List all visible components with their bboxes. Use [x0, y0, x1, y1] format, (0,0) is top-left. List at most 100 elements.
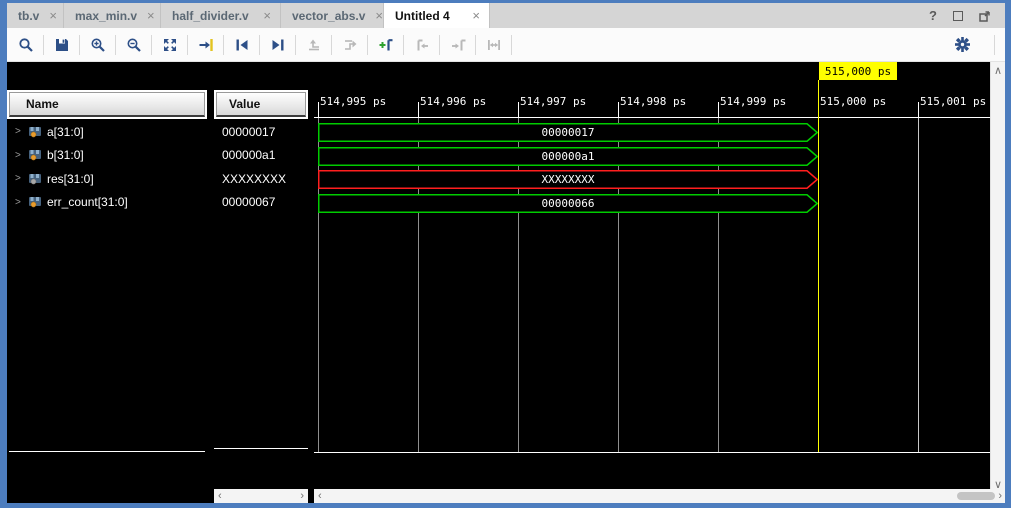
wave-bus-value: XXXXXXXX [318, 170, 818, 189]
signal-name-label: b[31:0] [47, 148, 84, 162]
axis-baseline [314, 117, 990, 118]
zoom-out-button[interactable] [120, 32, 147, 58]
signal-name-label: a[31:0] [47, 125, 84, 139]
signal-row-res[interactable]: > res[31:0] [15, 167, 205, 190]
zoom-out-icon [126, 37, 142, 53]
scroll-right-icon[interactable]: › [998, 489, 1002, 503]
axis-tick-label: 514,998 ps [620, 95, 686, 108]
axis-tick [718, 102, 719, 117]
time-cursor-flag[interactable]: 515,000 ps [819, 62, 897, 80]
move-cursor-icon [342, 37, 358, 53]
previous-marker-button [408, 32, 435, 58]
snap-to-transition-button [480, 32, 507, 58]
wave-bus-value: 00000017 [318, 123, 818, 142]
gridline [518, 118, 519, 452]
restore-cursor-button [300, 32, 327, 58]
value-column-header: Value [216, 92, 306, 117]
expand-chevron-icon[interactable]: > [15, 173, 23, 184]
tab-label: half_divider.v [172, 9, 249, 23]
tab-vector-abs-v[interactable]: vector_abs.v × [281, 3, 384, 28]
expand-chevron-icon[interactable]: > [15, 197, 23, 208]
axis-tick [518, 102, 519, 117]
value-panel-hscrollbar[interactable]: ‹ › [214, 489, 308, 503]
value-cell-err-count: 00000067 [222, 191, 306, 214]
close-icon[interactable]: × [365, 8, 383, 23]
float-window-icon[interactable] [979, 10, 991, 22]
tab-half-divider-v[interactable]: half_divider.v × [161, 3, 281, 28]
save-waveform-button[interactable] [48, 32, 75, 58]
gridline [418, 118, 419, 452]
snap-to-transition-icon [486, 37, 502, 53]
gridline [318, 118, 319, 452]
gridline [718, 118, 719, 452]
signal-row-err-count[interactable]: > err_count[31:0] [15, 191, 205, 214]
wave-bus-b: 000000a1 [318, 147, 818, 166]
signal-row-a[interactable]: > a[31:0] [15, 120, 205, 143]
move-cursor-button [336, 32, 363, 58]
expand-chevron-icon[interactable]: > [15, 126, 23, 137]
wave-bus-err-count: 00000066 [318, 194, 818, 213]
value-cell-res: XXXXXXXX [222, 167, 306, 190]
previous-transition-button[interactable] [228, 32, 255, 58]
scroll-up-icon[interactable]: ∧ [994, 64, 1002, 78]
tab-label: Untitled 4 [395, 9, 450, 23]
waveform-vscrollbar[interactable]: ∧ ∨ [990, 62, 1005, 503]
scroll-right-icon[interactable]: › [300, 489, 304, 503]
name-panel-divider [9, 451, 205, 452]
signal-row-b[interactable]: > b[31:0] [15, 144, 205, 167]
axis-tick-label: 514,997 ps [520, 95, 586, 108]
tab-untitled-4[interactable]: Untitled 4 × [384, 3, 490, 28]
previous-marker-icon [414, 37, 430, 53]
wave-bus-value: 00000066 [318, 194, 818, 213]
waveform-toolbar [7, 28, 1005, 62]
find-button[interactable] [12, 32, 39, 58]
add-marker-button[interactable] [372, 32, 399, 58]
waveform-canvas[interactable]: 514,995 ps 514,996 ps 514,997 ps 514,998… [314, 62, 990, 503]
gridline [918, 118, 919, 452]
name-column-header: Name [9, 92, 205, 117]
bus-signal-icon [28, 149, 42, 161]
scroll-left-icon[interactable]: ‹ [218, 489, 222, 503]
close-icon[interactable]: × [137, 8, 155, 23]
axis-tick-label: 515,001 ps [920, 95, 986, 108]
name-header-label: Name [26, 97, 59, 111]
tab-label: max_min.v [75, 9, 137, 23]
axis-tick-label: 514,999 ps [720, 95, 786, 108]
axis-tick [918, 102, 919, 117]
axis-tick-label: 515,000 ps [820, 95, 886, 108]
zoom-fit-icon [162, 37, 178, 53]
waveform-hscrollbar[interactable]: ‹ › [314, 489, 1005, 503]
expand-chevron-icon[interactable]: > [15, 150, 23, 161]
zoom-fit-button[interactable] [156, 32, 183, 58]
zoom-to-cursor-icon [198, 37, 214, 53]
scroll-left-icon[interactable]: ‹ [318, 489, 322, 503]
value-header-label: Value [229, 97, 260, 111]
add-marker-icon [378, 37, 394, 53]
maximize-icon[interactable] [953, 11, 963, 21]
wave-bus-res: XXXXXXXX [318, 170, 818, 189]
window-controls: ? [929, 3, 1005, 28]
close-icon[interactable]: × [39, 8, 57, 23]
editor-tab-bar: tb.v × max_min.v × half_divider.v × vect… [7, 3, 1005, 28]
close-icon[interactable]: × [462, 8, 480, 23]
bus-signal-icon [28, 126, 42, 138]
next-transition-button[interactable] [264, 32, 291, 58]
hscrollbar-thumb[interactable] [957, 492, 995, 500]
time-cursor-line[interactable] [818, 80, 819, 452]
value-panel-divider [214, 448, 308, 449]
zoom-to-cursor-button[interactable] [192, 32, 219, 58]
zoom-in-button[interactable] [84, 32, 111, 58]
bus-signal-icon [28, 196, 42, 208]
signal-name-label: res[31:0] [47, 172, 94, 186]
axis-tick-label: 514,995 ps [320, 95, 386, 108]
close-icon[interactable]: × [253, 8, 271, 23]
tab-max-min-v[interactable]: max_min.v × [64, 3, 161, 28]
help-icon[interactable]: ? [929, 8, 937, 23]
axis-tick [318, 102, 319, 117]
next-marker-button [444, 32, 471, 58]
settings-button[interactable] [949, 32, 976, 58]
gear-icon [954, 36, 971, 53]
previous-transition-icon [234, 37, 250, 53]
signal-name-label: err_count[31:0] [47, 195, 128, 209]
tab-tb-v[interactable]: tb.v × [7, 3, 64, 28]
